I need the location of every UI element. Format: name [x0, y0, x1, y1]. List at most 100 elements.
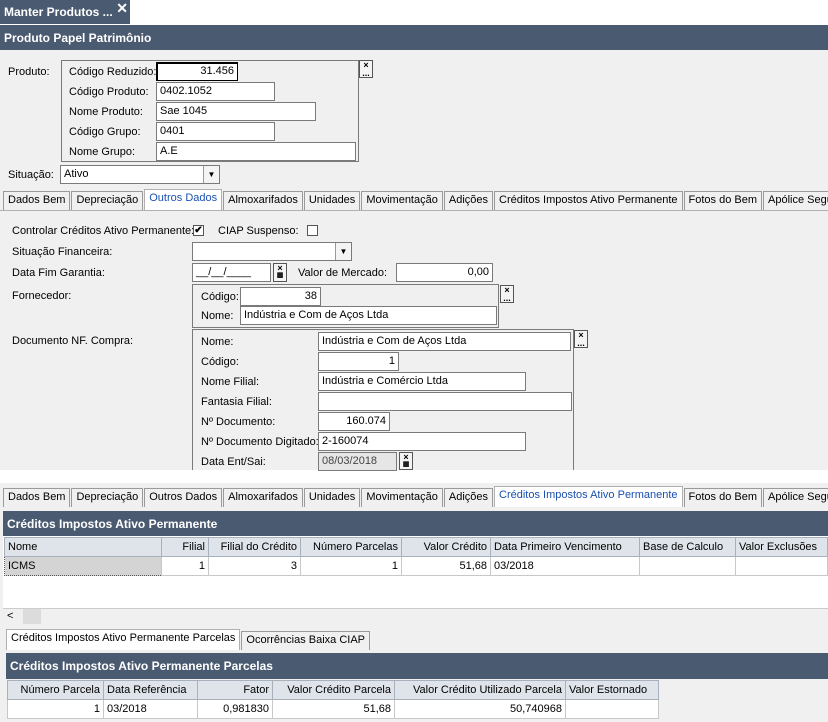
col-nome[interactable]: Nome	[4, 537, 162, 557]
creditos-header-row: Nome Filial Filial do Crédito Número Par…	[4, 537, 828, 557]
cell-filial[interactable]: 1	[161, 556, 209, 576]
situacao-select[interactable]: Ativo ▼	[60, 165, 220, 184]
situacao-financeira-select[interactable]: ▼	[192, 242, 352, 261]
col-valor-exclusoes[interactable]: Valor Exclusões	[735, 537, 828, 557]
tab-movimentacao-2[interactable]: Movimentação	[361, 488, 443, 507]
doc-data-field: 08/03/2018	[318, 452, 397, 471]
tab-adicoes-2[interactable]: Adições	[443, 488, 493, 507]
scroll-thumb[interactable]	[23, 609, 41, 624]
chevron-down-icon[interactable]: ▼	[203, 166, 219, 183]
tab-fotos-2[interactable]: Fotos do Bem	[683, 488, 763, 507]
tab-movimentacao[interactable]: Movimentação	[361, 191, 443, 210]
produto-label: Produto:	[8, 66, 50, 78]
doc-data-label: Data Ent/Sai:	[201, 456, 266, 468]
doc-num-dig-field[interactable]: 2-160074	[318, 432, 526, 451]
col-numero-parcelas[interactable]: Número Parcelas	[300, 537, 402, 557]
tab-parcelas[interactable]: Créditos Impostos Ativo Permanente Parce…	[6, 629, 241, 650]
fornecedor-label: Fornecedor:	[12, 290, 72, 302]
col-numero-parcela[interactable]: Número Parcela	[7, 680, 104, 700]
tab-unidades[interactable]: Unidades	[303, 191, 361, 210]
tab-dados-bem-2[interactable]: Dados Bem	[3, 488, 71, 507]
creditos-title: Créditos Impostos Ativo Permanente	[3, 511, 828, 536]
codigo-grupo-field[interactable]: 0401	[156, 122, 275, 141]
controlar-creditos-label: Controlar Créditos Ativo Permanente:	[12, 225, 195, 237]
tab-adicoes[interactable]: Adições	[443, 191, 493, 210]
tab-apolice-2[interactable]: Apólice Seguro	[763, 488, 828, 507]
forn-nome-field[interactable]: Indústria e Com de Aços Ltda	[240, 306, 497, 325]
cell-valor-credito-parcela[interactable]: 51,68	[272, 699, 395, 719]
clear-icon: ×	[403, 452, 409, 462]
doc-num-label: Nº Documento:	[201, 416, 276, 428]
cell-numero-parcela[interactable]: 1	[7, 699, 104, 719]
tab-apolice[interactable]: Apólice Seguro	[763, 191, 828, 210]
documento-lookup-button[interactable]: × ...	[574, 330, 588, 348]
col-valor-credito-utilizado[interactable]: Valor Crédito Utilizado Parcela	[394, 680, 566, 700]
tab-almoxarifados[interactable]: Almoxarifados	[223, 191, 303, 210]
cell-valor-credito-utilizado[interactable]: 50,740968	[394, 699, 566, 719]
cell-data-referencia[interactable]: 03/2018	[103, 699, 198, 719]
cell-numero-parcelas[interactable]: 1	[300, 556, 402, 576]
cell-fator[interactable]: 0,981830	[197, 699, 273, 719]
doc-filial-label: Nome Filial:	[201, 376, 260, 388]
col-data-primeiro-venc[interactable]: Data Primeiro Vencimento	[490, 537, 640, 557]
codigo-produto-field[interactable]: 0402.1052	[156, 82, 275, 101]
produto-lookup-button[interactable]: × ...	[359, 60, 373, 78]
doc-codigo-field[interactable]: 1	[318, 352, 399, 371]
doc-fantasia-field[interactable]	[318, 392, 572, 411]
forn-codigo-label: Código:	[201, 291, 239, 303]
col-valor-credito-parcela[interactable]: Valor Crédito Parcela	[272, 680, 395, 700]
scroll-left-icon[interactable]: <	[7, 610, 13, 622]
tab-outros-dados[interactable]: Outros Dados	[144, 189, 223, 210]
cell-valor-estornado[interactable]	[565, 699, 659, 719]
cell-filial-credito[interactable]: 3	[208, 556, 301, 576]
cell-valor-exclusoes[interactable]	[735, 556, 828, 576]
col-data-referencia[interactable]: Data Referência	[103, 680, 198, 700]
document-tab[interactable]: Manter Produtos ... ✕	[0, 0, 130, 24]
doc-fantasia-label: Fantasia Filial:	[201, 396, 272, 408]
chevron-down-icon[interactable]: ▼	[335, 243, 351, 260]
cell-base-calculo[interactable]	[639, 556, 736, 576]
nome-produto-field[interactable]: Sae 1045	[156, 102, 316, 121]
doc-nome-label: Nome:	[201, 336, 234, 348]
tab-almoxarifados-2[interactable]: Almoxarifados	[223, 488, 303, 507]
col-fator[interactable]: Fator	[197, 680, 273, 700]
calendar-icon: ▦	[276, 272, 284, 279]
tab-creditos-2[interactable]: Créditos Impostos Ativo Permanente	[494, 486, 683, 507]
col-filial[interactable]: Filial	[161, 537, 209, 557]
forn-codigo-field[interactable]: 38	[240, 287, 321, 306]
horizontal-scrollbar[interactable]: <	[3, 608, 828, 624]
tab-divider	[0, 210, 828, 211]
codigo-reduzido-field[interactable]: 31.456	[156, 62, 238, 81]
data-fim-calendar-button[interactable]: × ▦	[273, 263, 287, 282]
ciap-suspenso-checkbox[interactable]	[307, 225, 318, 236]
controlar-creditos-checkbox[interactable]: ✔	[193, 225, 204, 236]
col-filial-credito[interactable]: Filial do Crédito	[208, 537, 301, 557]
valor-mercado-field[interactable]: 0,00	[396, 263, 493, 282]
fornecedor-lookup-button[interactable]: × ...	[500, 285, 514, 303]
doc-num-field[interactable]: 160.074	[318, 412, 390, 431]
doc-nome-field[interactable]: Indústria e Com de Aços Ltda	[318, 332, 571, 351]
doc-data-calendar-button[interactable]: × ▦	[399, 452, 413, 470]
table-row[interactable]: 1 03/2018 0,981830 51,68 50,740968	[7, 699, 659, 719]
col-valor-estornado[interactable]: Valor Estornado	[565, 680, 659, 700]
tab-depreciacao[interactable]: Depreciação	[71, 191, 144, 210]
cell-data-primeiro-venc[interactable]: 03/2018	[490, 556, 640, 576]
parcelas-header-row: Número Parcela Data Referência Fator Val…	[7, 680, 659, 700]
col-base-calculo[interactable]: Base de Calculo	[639, 537, 736, 557]
cell-nome[interactable]: ICMS	[4, 556, 162, 576]
tab-creditos[interactable]: Créditos Impostos Ativo Permanente	[494, 191, 683, 210]
clear-icon: ×	[277, 263, 283, 273]
tab-fotos[interactable]: Fotos do Bem	[683, 191, 763, 210]
data-fim-garantia-field[interactable]: __/__/____	[192, 263, 271, 282]
tab-unidades-2[interactable]: Unidades	[303, 488, 361, 507]
tab-depreciacao-2[interactable]: Depreciação	[71, 488, 144, 507]
close-icon[interactable]: ✕	[116, 0, 128, 17]
nome-grupo-field[interactable]: A.E	[156, 142, 356, 161]
col-valor-credito[interactable]: Valor Crédito	[401, 537, 491, 557]
tab-ocorrencias-baixa[interactable]: Ocorrências Baixa CIAP	[241, 631, 370, 650]
cell-valor-credito[interactable]: 51,68	[401, 556, 491, 576]
doc-filial-field[interactable]: Indústria e Comércio Ltda	[318, 372, 526, 391]
table-row[interactable]: ICMS 1 3 1 51,68 03/2018	[4, 556, 828, 576]
tab-dados-bem[interactable]: Dados Bem	[3, 191, 71, 210]
tab-outros-dados-2[interactable]: Outros Dados	[144, 488, 223, 507]
